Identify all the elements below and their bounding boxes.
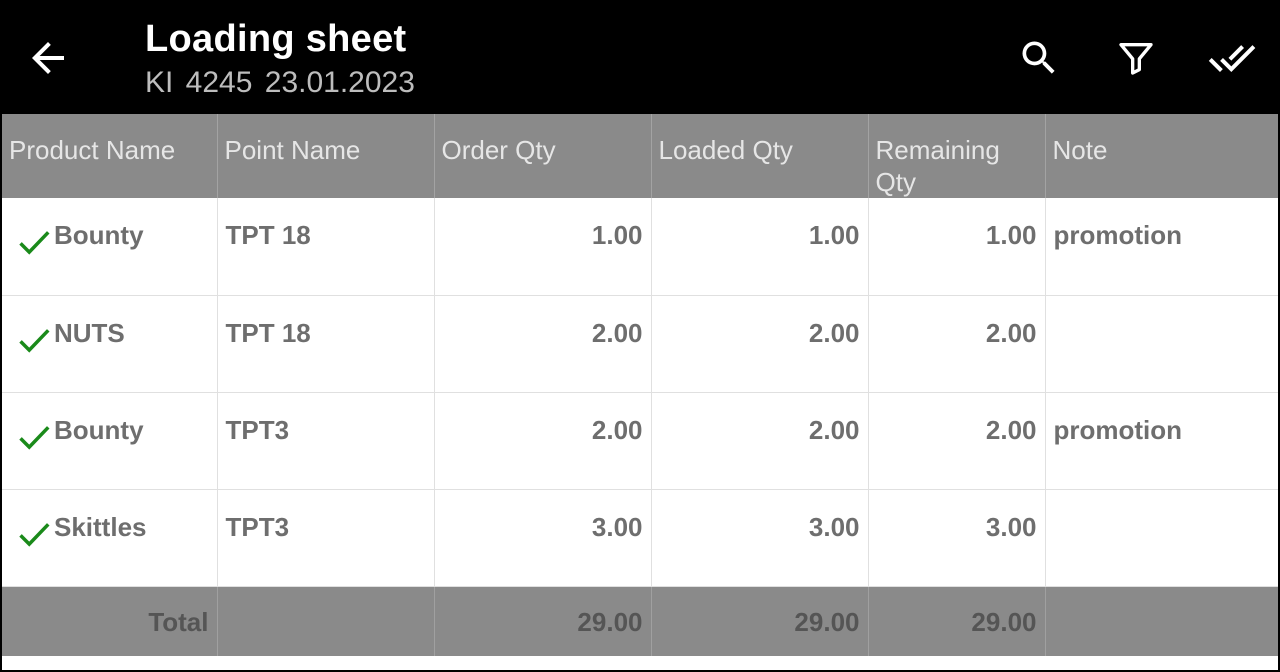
product-cell: NUTS bbox=[2, 295, 218, 393]
remaining-qty: 3.00 bbox=[868, 489, 1046, 587]
page-subtitle: KI 4245 23.01.2023 bbox=[145, 66, 415, 99]
total-note-empty bbox=[1045, 586, 1278, 656]
loaded-qty: 2.00 bbox=[651, 392, 869, 490]
product-name: Bounty bbox=[54, 414, 144, 445]
filter-icon bbox=[1119, 43, 1153, 75]
column-header-note[interactable]: Note bbox=[1045, 114, 1278, 198]
remaining-qty: 1.00 bbox=[868, 198, 1046, 296]
search-button[interactable] bbox=[1011, 30, 1067, 86]
total-remaining-qty: 29.00 bbox=[868, 586, 1046, 656]
total-point-empty bbox=[217, 586, 435, 656]
app-bar: Loading sheet KI 4245 23.01.2023 bbox=[0, 0, 1280, 113]
table-header-row: Product Name Point Name Order Qty Loaded… bbox=[2, 114, 1278, 198]
loaded-qty: 1.00 bbox=[651, 198, 869, 296]
column-header-product[interactable]: Product Name bbox=[2, 114, 218, 198]
loaded-qty: 2.00 bbox=[651, 295, 869, 393]
order-qty: 2.00 bbox=[434, 295, 652, 393]
search-icon bbox=[1022, 41, 1055, 74]
confirm-all-button[interactable] bbox=[1204, 30, 1260, 86]
table-row[interactable]: Bounty TPT3 2.00 2.00 2.00 promotion bbox=[2, 392, 1278, 490]
product-name: Bounty bbox=[54, 220, 144, 250]
filter-button[interactable] bbox=[1108, 30, 1164, 86]
table-row[interactable]: NUTS TPT 18 2.00 2.00 2.00 bbox=[2, 295, 1278, 393]
note bbox=[1045, 295, 1278, 393]
order-qty: 2.00 bbox=[434, 392, 652, 490]
table-row[interactable]: Skittles TPT3 3.00 3.00 3.00 bbox=[2, 489, 1278, 587]
check-icon bbox=[19, 231, 50, 255]
point-name: TPT 18 bbox=[217, 198, 435, 296]
check-icon bbox=[19, 425, 50, 450]
page-title: Loading sheet bbox=[145, 18, 407, 60]
back-button[interactable] bbox=[20, 30, 76, 86]
note: promotion bbox=[1045, 392, 1278, 490]
done-all-icon bbox=[1208, 45, 1256, 72]
product-name: NUTS bbox=[54, 317, 125, 348]
note bbox=[1045, 489, 1278, 587]
totals-row: Total 29.00 29.00 29.00 bbox=[2, 586, 1278, 656]
loaded-qty: 3.00 bbox=[651, 489, 869, 587]
column-header-order-qty[interactable]: Order Qty bbox=[434, 114, 652, 198]
check-icon bbox=[19, 328, 50, 353]
total-label: Total bbox=[2, 586, 218, 656]
note: promotion bbox=[1045, 198, 1278, 296]
order-qty: 1.00 bbox=[434, 198, 652, 296]
column-header-loaded-qty[interactable]: Loaded Qty bbox=[651, 114, 869, 198]
order-qty: 3.00 bbox=[434, 489, 652, 587]
loading-table: Product Name Point Name Order Qty Loaded… bbox=[2, 114, 1278, 670]
product-name: Skittles bbox=[54, 511, 147, 542]
product-cell: Bounty bbox=[2, 392, 218, 490]
point-name: TPT 18 bbox=[217, 295, 435, 393]
product-cell: Bounty bbox=[2, 198, 218, 296]
column-header-point[interactable]: Point Name bbox=[217, 114, 435, 198]
arrow-back-icon bbox=[32, 42, 64, 74]
total-order-qty: 29.00 bbox=[434, 586, 652, 656]
remaining-qty: 2.00 bbox=[868, 392, 1046, 490]
total-loaded-qty: 29.00 bbox=[651, 586, 869, 656]
point-name: TPT3 bbox=[217, 489, 435, 587]
table-row[interactable]: Bounty TPT 18 1.00 1.00 1.00 promotion bbox=[2, 198, 1278, 296]
product-cell: Skittles bbox=[2, 489, 218, 587]
check-icon bbox=[19, 522, 50, 547]
column-header-remaining-qty[interactable]: Remaining Qty bbox=[868, 114, 1046, 198]
point-name: TPT3 bbox=[217, 392, 435, 490]
remaining-qty: 2.00 bbox=[868, 295, 1046, 393]
